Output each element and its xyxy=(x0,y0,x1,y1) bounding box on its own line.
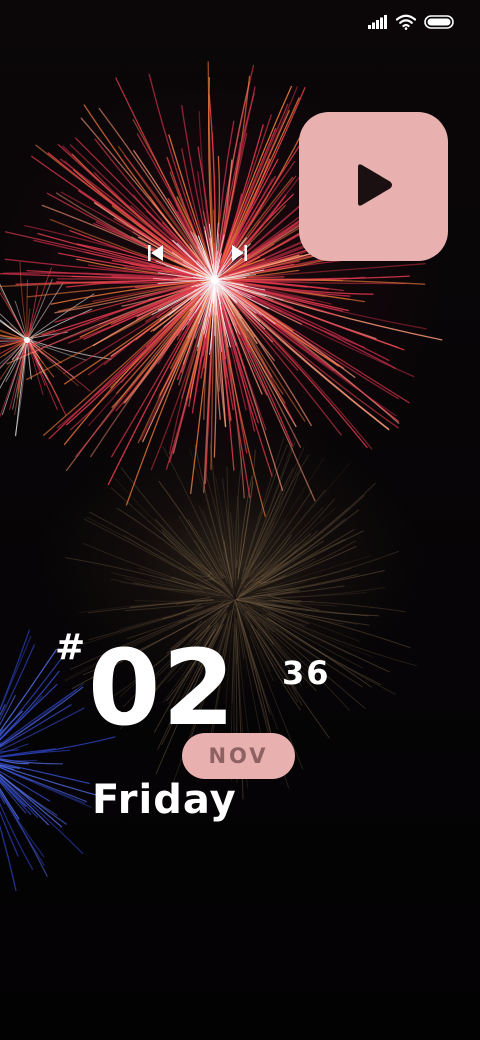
lock-screen: # 02 36 NOV Friday xyxy=(0,0,480,1040)
day-number: 02 xyxy=(88,627,237,749)
status-bar xyxy=(368,14,454,30)
skip-previous-icon xyxy=(146,243,166,263)
play-button[interactable] xyxy=(299,112,448,261)
next-track-button[interactable] xyxy=(229,243,249,263)
signal-icon xyxy=(368,15,388,29)
skip-next-icon xyxy=(229,243,249,263)
wifi-icon xyxy=(396,14,416,30)
play-icon xyxy=(354,163,394,211)
weekday-label: Friday xyxy=(92,777,237,823)
hash-symbol: # xyxy=(55,627,86,668)
previous-track-button[interactable] xyxy=(146,243,166,263)
month-badge: NOV xyxy=(182,733,295,779)
minutes-label: 36 xyxy=(282,654,331,692)
battery-icon xyxy=(424,15,454,29)
